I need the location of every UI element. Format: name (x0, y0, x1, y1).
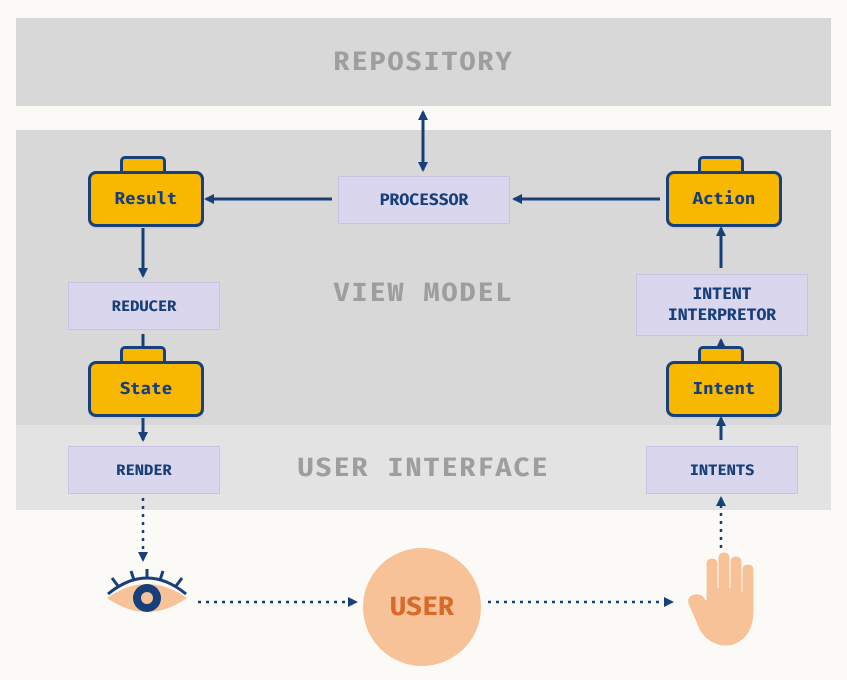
box-render-label: RENDER (116, 461, 171, 480)
case-intent-label: Intent (693, 379, 756, 400)
case-handle-icon (120, 156, 166, 171)
hand-icon (682, 550, 762, 650)
case-intent: Intent (666, 346, 776, 417)
case-action: Action (666, 156, 776, 227)
region-repository: REPOSITORY (16, 18, 831, 106)
actor-user: USER (363, 548, 481, 666)
box-processor-label: PROCESSOR (380, 190, 469, 210)
box-intents-label: INTENTS (690, 461, 755, 480)
case-handle-icon (698, 156, 744, 171)
case-handle-icon (120, 346, 166, 361)
case-state-label: State (120, 379, 172, 400)
architecture-diagram: REPOSITORY VIEW MODEL USER INTERFACE PRO… (0, 0, 847, 680)
box-processor: PROCESSOR (338, 176, 510, 224)
case-result-label: Result (115, 189, 178, 210)
case-state: State (88, 346, 198, 417)
case-handle-icon (698, 346, 744, 361)
region-repository-label: REPOSITORY (334, 46, 514, 78)
case-action-label: Action (693, 189, 756, 210)
region-viewmodel-label: VIEW MODEL (334, 277, 514, 309)
box-intent-interpretor-label: INTENT INTERPRETOR (668, 284, 776, 326)
eye-icon (102, 568, 192, 628)
box-intents: INTENTS (646, 446, 798, 494)
actor-user-label: USER (390, 591, 454, 623)
box-reducer: REDUCER (68, 282, 220, 330)
box-intent-interpretor: INTENT INTERPRETOR (636, 274, 808, 336)
case-result: Result (88, 156, 198, 227)
region-ui-label: USER INTERFACE (298, 452, 550, 484)
box-render: RENDER (68, 446, 220, 494)
box-reducer-label: REDUCER (112, 297, 177, 316)
